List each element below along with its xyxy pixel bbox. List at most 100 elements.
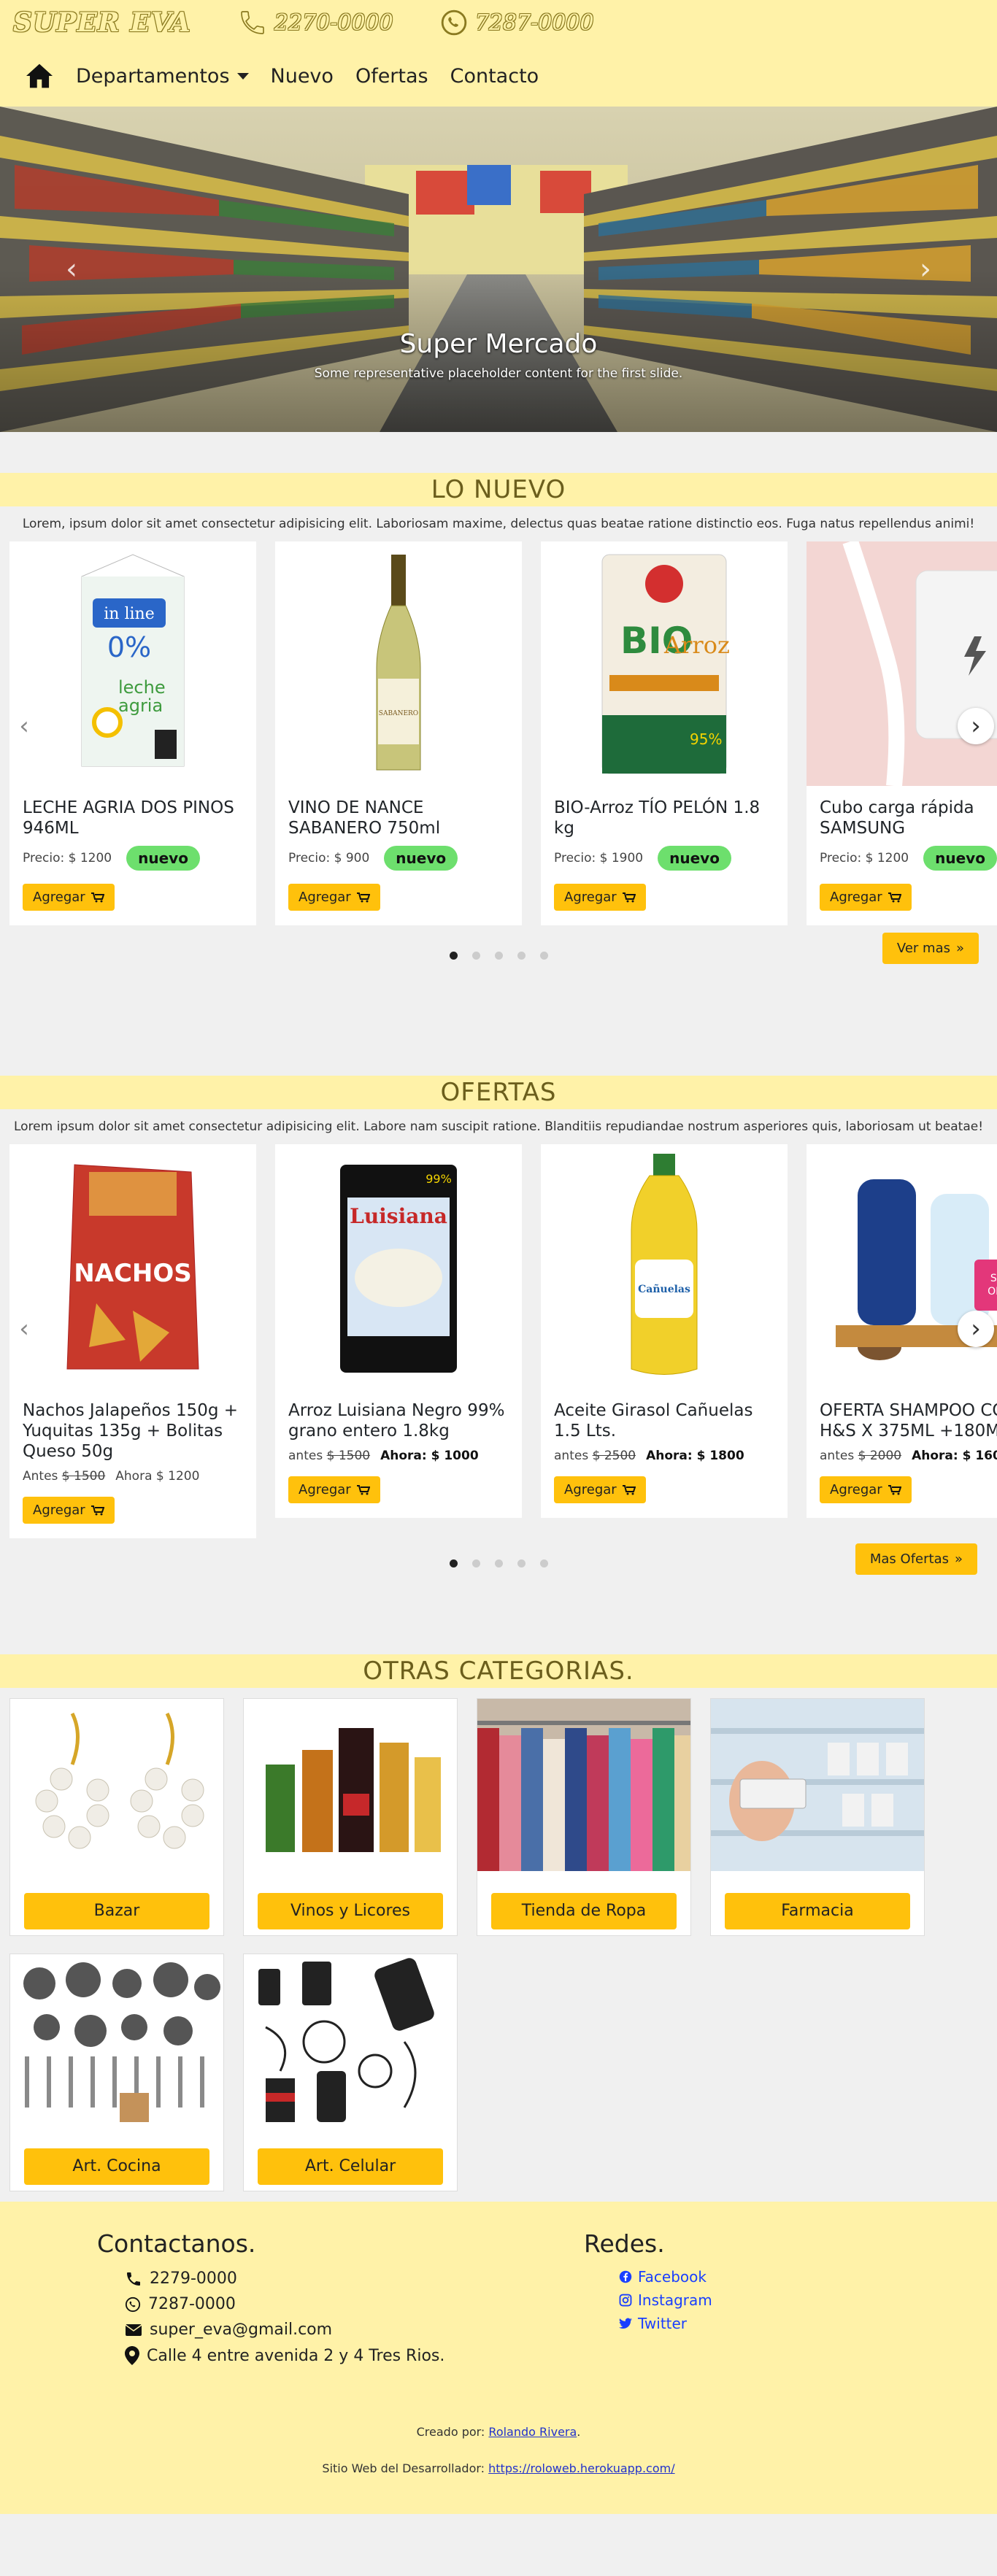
footer-contact-title: Contactanos. [97, 2229, 256, 2258]
category-button-vinos[interactable]: Vinos y Licores [258, 1893, 443, 1929]
product-name: VINO DE NANCE SABANERO 750ml [288, 798, 441, 838]
nav-ofertas[interactable]: Ofertas [355, 65, 428, 88]
carousel-dot[interactable] [494, 952, 503, 960]
new-badge: nuevo [658, 846, 731, 871]
carousel-dot[interactable] [539, 1559, 548, 1567]
nav-contacto[interactable]: Contacto [450, 65, 539, 88]
product-image: in line 0% leche agria [9, 541, 256, 786]
developer-site-link[interactable]: https://roloweb.herokuapp.com/ [488, 2461, 674, 2475]
price-before: antes $ 2000 [820, 1449, 902, 1463]
carousel-indicators [0, 952, 997, 960]
hero-image [0, 107, 997, 432]
add-to-cart-button[interactable]: Agregar [23, 1497, 115, 1524]
hero-title: Super Mercado [399, 329, 598, 359]
hero-subtitle: Some representative placeholder content … [314, 366, 683, 381]
brand-logo[interactable]: SUPER EVA [13, 7, 191, 38]
category-button-cocina[interactable]: Art. Cocina [24, 2148, 209, 2185]
category-image [10, 1954, 223, 2126]
add-to-cart-button[interactable]: Agregar [288, 1476, 380, 1503]
price-now: Ahora $ 1200 [115, 1469, 200, 1484]
mas-ofertas-button[interactable]: Mas Ofertas» [855, 1543, 977, 1575]
product-price: Precio: $ 1200 [23, 851, 112, 865]
carousel-dot[interactable] [517, 952, 526, 960]
footer-address: Calle 4 entre avenida 2 y 4 Tres Rios. [97, 2346, 444, 2365]
svg-text:SUPER: SUPER [990, 1273, 997, 1284]
category-button-ropa[interactable]: Tienda de Ropa [491, 1893, 677, 1929]
carousel-dot[interactable] [449, 1559, 458, 1567]
svg-text:99%: 99% [426, 1172, 452, 1186]
top-bar: SUPER EVA 2270-0000 7287-0000 [0, 0, 997, 45]
carousel-next-arrow[interactable]: › [958, 1311, 994, 1347]
twitter-link[interactable]: Twitter [584, 2315, 712, 2332]
add-to-cart-button[interactable]: Agregar [554, 1476, 646, 1503]
carousel-prev-arrow[interactable]: ‹ [6, 1311, 42, 1347]
add-to-cart-button[interactable]: Agregar [820, 1476, 912, 1503]
add-to-cart-button[interactable]: Agregar [820, 884, 912, 911]
instagram-icon [619, 2294, 632, 2307]
product-card: Cañuelas Aceite Girasol Cañuelas 1.5 Lts… [541, 1144, 788, 1518]
footer-whatsapp: 7287-0000 [97, 2295, 444, 2313]
category-card-vinos: Vinos y Licores [243, 1698, 458, 1936]
category-button-farmacia[interactable]: Farmacia [725, 1893, 910, 1929]
facebook-icon [619, 2270, 632, 2283]
cart-icon [888, 1484, 901, 1495]
hero-caption: Super Mercado Some representative placeh… [0, 329, 997, 381]
carousel-dot[interactable] [449, 952, 458, 960]
ver-mas-button[interactable]: Ver mas» [882, 933, 979, 964]
whatsapp-icon [125, 2297, 141, 2312]
product-name: Nachos Jalapeños 150g + Yuquitas 135g + … [23, 1401, 239, 1461]
new-badge: nuevo [923, 846, 997, 871]
price-before: Antes $ 1500 [23, 1469, 106, 1484]
nuevo-carousel: in line 0% leche agria LECHE AGRIA DOS P… [0, 541, 997, 949]
instagram-link[interactable]: Instagram [584, 2291, 712, 2309]
carousel-indicators [0, 1559, 997, 1567]
header-phone: 2270-0000 [238, 8, 393, 37]
product-price: Precio: $ 1900 [554, 851, 644, 865]
category-card-cocina: Art. Cocina [9, 1954, 224, 2191]
product-card: NACHOS Nachos Jalapeños 150g + Yuquitas … [9, 1144, 256, 1538]
hero-carousel: ‹ › Super Mercado Some representative pl… [0, 107, 997, 432]
carousel-dot[interactable] [471, 1559, 480, 1567]
carousel-dot[interactable] [494, 1559, 503, 1567]
home-icon[interactable] [25, 63, 54, 89]
nuevo-subtitle: Lorem, ipsum dolor sit amet consectetur … [22, 517, 975, 531]
add-to-cart-button[interactable]: Agregar [23, 884, 115, 911]
cart-icon [356, 1484, 370, 1495]
hero-next-arrow[interactable]: › [920, 252, 931, 286]
chevron-down-icon [236, 72, 249, 80]
carousel-dot[interactable] [517, 1559, 526, 1567]
add-to-cart-button[interactable]: Agregar [288, 884, 380, 911]
svg-text:95%: 95% [690, 730, 722, 748]
nav-nuevo[interactable]: Nuevo [271, 65, 334, 88]
category-card-farmacia: Farmacia [710, 1698, 925, 1936]
category-card-bazar: Bazar [9, 1698, 224, 1936]
cart-icon [356, 892, 370, 902]
facebook-link[interactable]: Facebook [584, 2268, 712, 2286]
categories-grid: Bazar Vinos y Licores Tienda de Ropa Far… [0, 1688, 949, 2191]
category-button-bazar[interactable]: Bazar [24, 1893, 209, 1929]
footer-phone: 2279-0000 [97, 2270, 444, 2288]
new-badge: nuevo [384, 846, 458, 871]
category-button-celular[interactable]: Art. Celular [258, 2148, 443, 2185]
new-badge: nuevo [126, 846, 200, 871]
svg-text:SABANERO: SABANERO [379, 710, 418, 717]
product-name: Arroz Luisiana Negro 99% grano entero 1.… [288, 1401, 505, 1441]
phone-icon [127, 2272, 140, 2286]
main-nav: Departamentos Nuevo Ofertas Contacto [0, 45, 997, 107]
svg-text:NACHOS: NACHOS [74, 1259, 192, 1288]
product-image: Luisiana 99% [275, 1144, 522, 1389]
developer-name-link[interactable]: Rolando Rivera [488, 2425, 577, 2439]
product-image: Cañuelas [541, 1144, 788, 1389]
cart-icon [91, 1505, 104, 1515]
add-to-cart-button[interactable]: Agregar [554, 884, 646, 911]
category-image [10, 1699, 223, 1871]
carousel-next-arrow[interactable]: › [958, 708, 994, 744]
hero-prev-arrow[interactable]: ‹ [66, 252, 77, 286]
nav-departamentos[interactable]: Departamentos [76, 65, 249, 88]
carousel-dot[interactable] [471, 952, 480, 960]
category-image [711, 1699, 924, 1871]
product-card: SABANERO VINO DE NANCE SABANERO 750ml Pr… [275, 541, 522, 925]
price-before: antes $ 2500 [554, 1449, 636, 1463]
carousel-dot[interactable] [539, 952, 548, 960]
carousel-prev-arrow[interactable]: ‹ [6, 708, 42, 744]
